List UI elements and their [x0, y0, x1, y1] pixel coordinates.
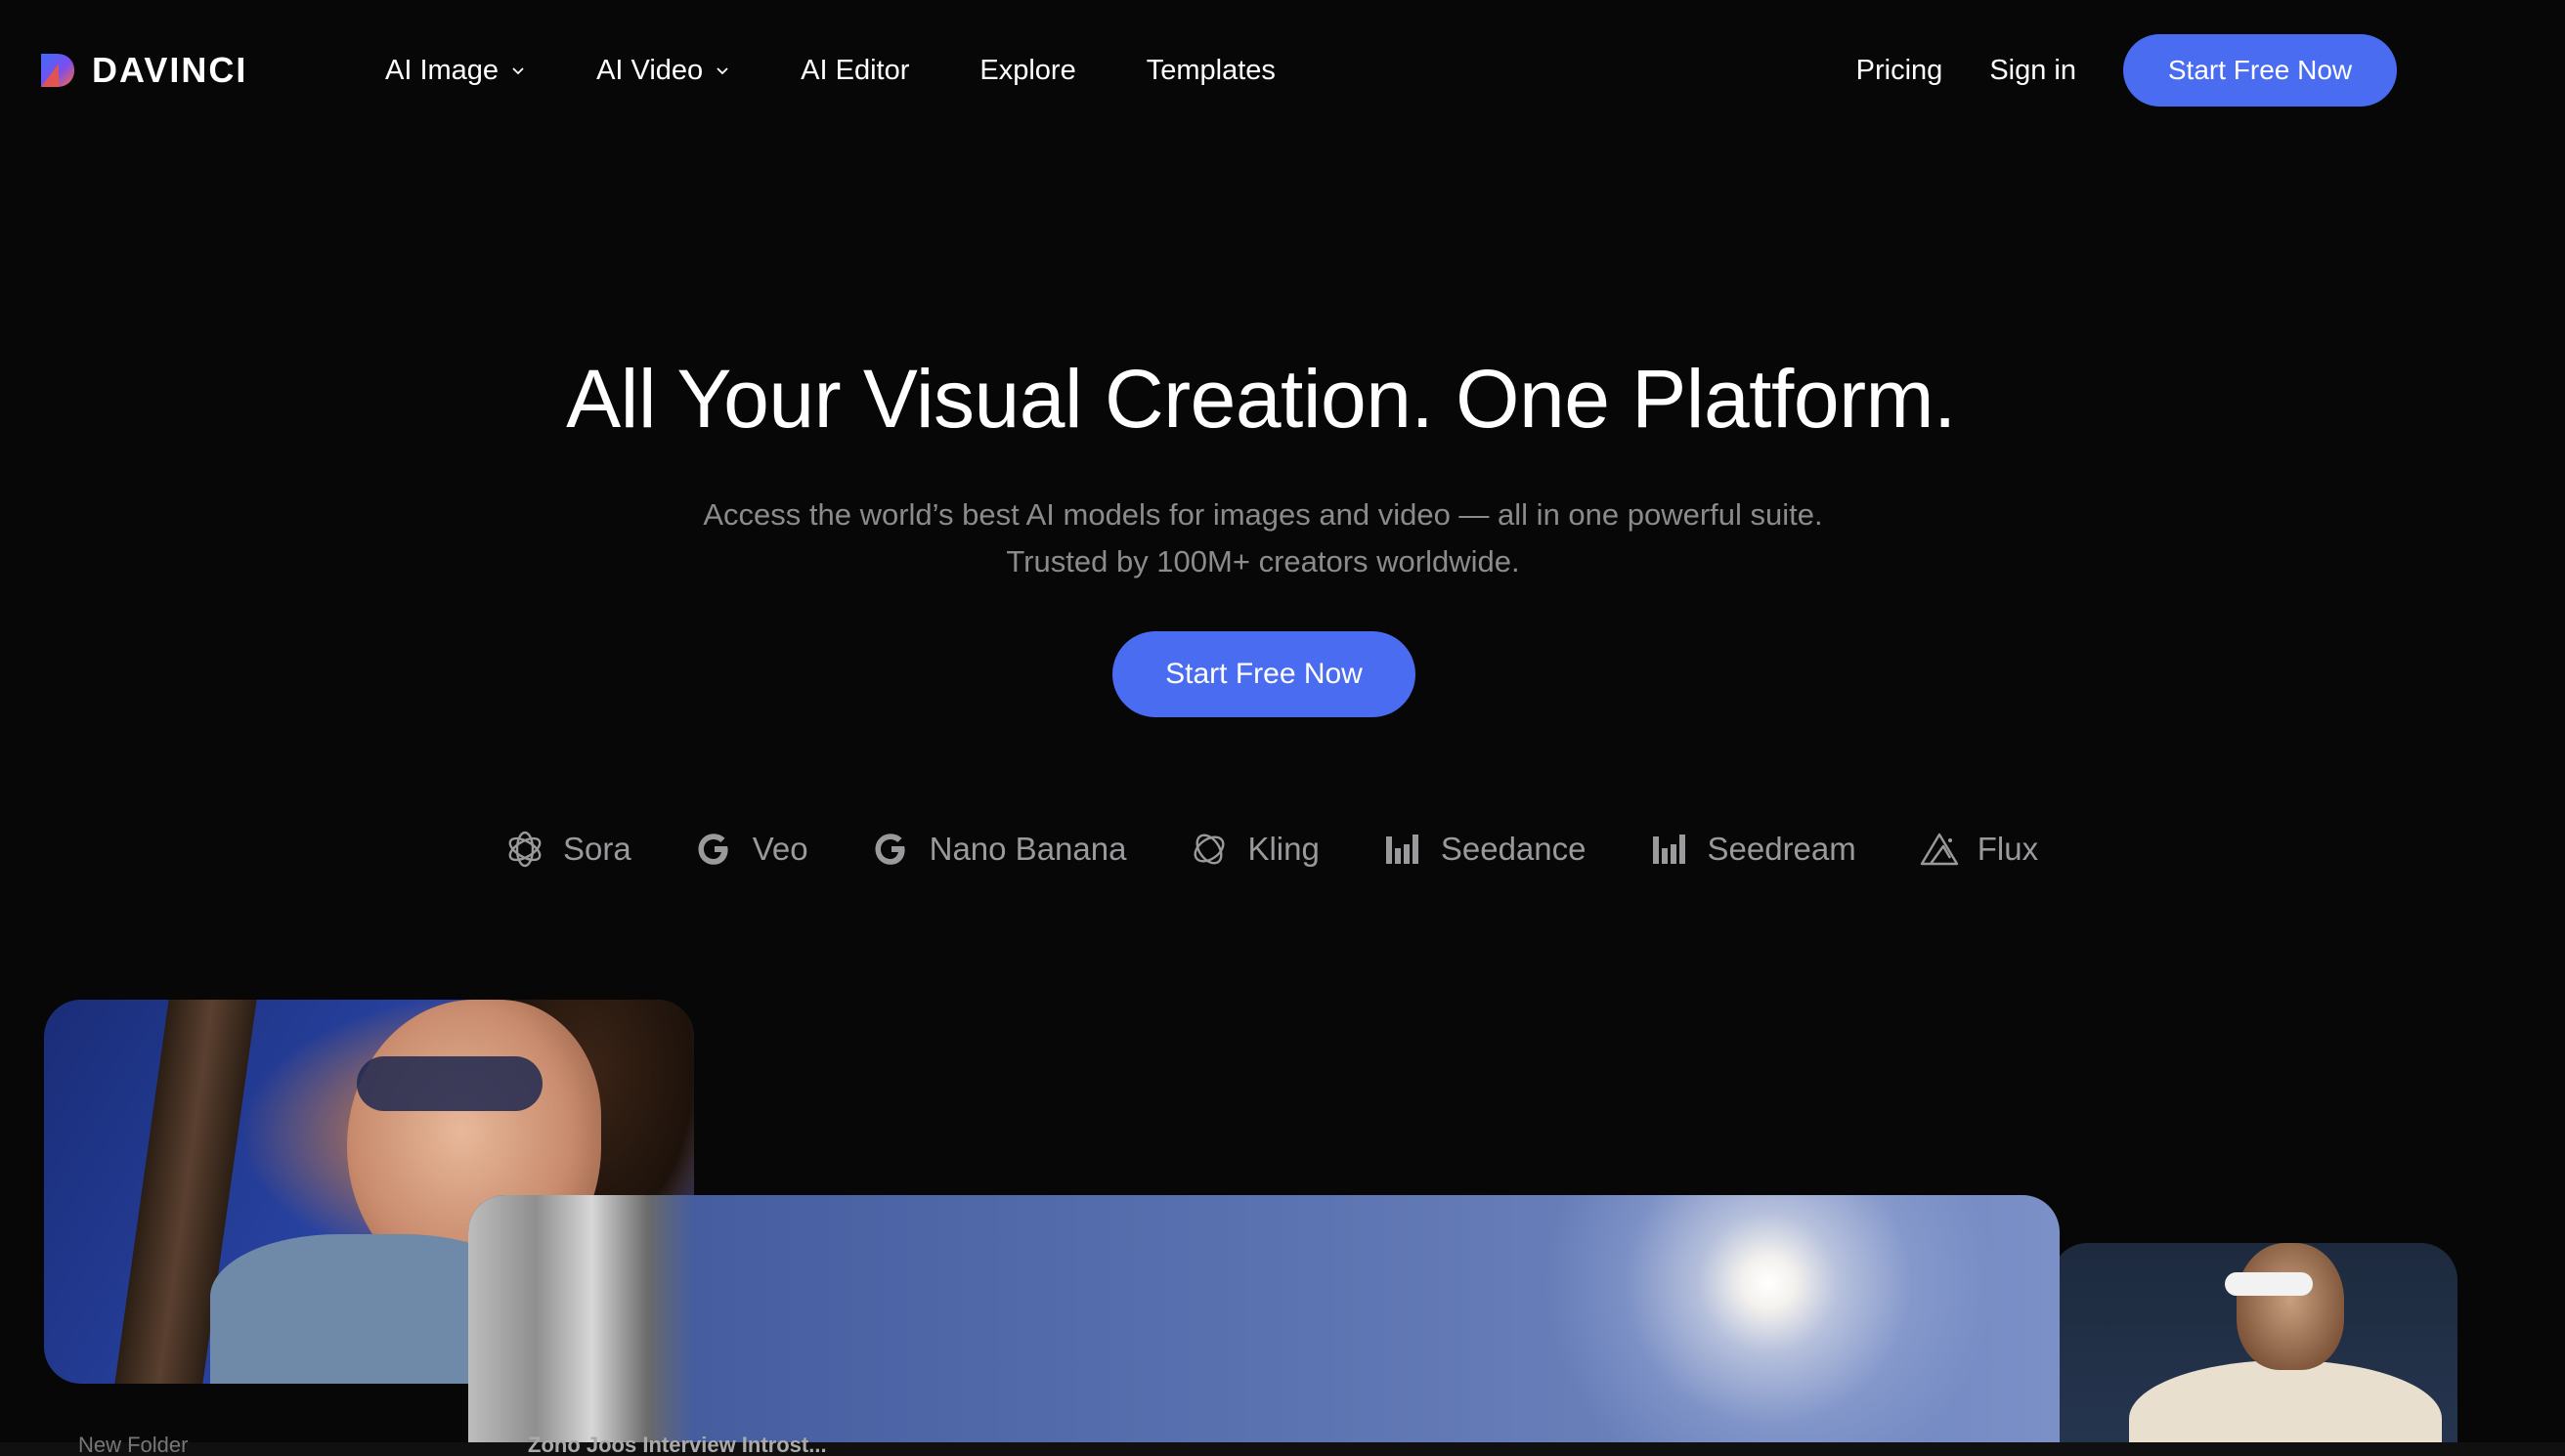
google-icon — [698, 834, 728, 865]
model-label: Seedream — [1707, 831, 1856, 867]
model-label: Veo — [752, 831, 808, 867]
openai-icon — [508, 831, 542, 868]
chevron-down-icon — [717, 67, 728, 75]
bytedance-icon — [1385, 835, 1418, 864]
nav-item-label: Templates — [1146, 54, 1276, 86]
model-sora: Sora — [504, 829, 631, 870]
folder-label: New Folder — [78, 1433, 189, 1456]
start-free-button[interactable]: Start Free Now — [2123, 34, 2397, 107]
nav-item-ai-video[interactable]: AI Video — [596, 55, 730, 87]
model-kling: Kling — [1189, 829, 1320, 870]
model-label: Flux — [1977, 831, 2039, 867]
hero-subtitle-line-2: Trusted by 100M+ creators worldwide. — [1006, 544, 1520, 578]
nav-item-label: AI Editor — [801, 54, 910, 86]
nav-links: AI Image AI Video AI Editor Explore Temp… — [385, 49, 1346, 92]
nav-item-explore[interactable]: Explore — [979, 55, 1075, 87]
nav-item-label: Explore — [979, 54, 1076, 86]
showcase-image-sky[interactable] — [468, 1195, 2060, 1456]
chevron-down-icon — [512, 67, 524, 75]
model-seedream: Seedream — [1649, 829, 1856, 870]
pricing-link[interactable]: Pricing — [1856, 55, 1943, 87]
page: DAVINCI AI Image AI Video AI Editor Expl… — [0, 0, 2565, 1456]
model-nano-banana: Nano Banana — [871, 829, 1127, 870]
model-label: Nano Banana — [929, 831, 1127, 867]
hero-subtitle-line-1: Access the world’s best AI models for im… — [703, 497, 1823, 532]
davinci-logo-icon — [41, 54, 74, 87]
nav-item-ai-image[interactable]: AI Image — [385, 55, 526, 87]
flux-icon — [1920, 833, 1958, 866]
bottom-strip — [0, 1442, 2565, 1456]
sign-in-link[interactable]: Sign in — [1989, 55, 2076, 87]
hero-title: All Your Visual Creation. One Platform. — [566, 353, 1956, 445]
nav-item-label: AI Video — [596, 54, 704, 86]
nav-item-ai-editor[interactable]: AI Editor — [801, 55, 909, 87]
model-label: Seedance — [1440, 831, 1587, 867]
nav-actions: Pricing Sign in Start Free Now — [1856, 34, 2397, 107]
model-flux: Flux — [1919, 829, 2038, 870]
kling-icon — [1194, 834, 1225, 865]
hero-subtitle: Access the world’s best AI models for im… — [0, 492, 2526, 585]
model-label: Kling — [1247, 831, 1320, 867]
project-title: Zono Joos Interview Introst... — [528, 1433, 827, 1456]
google-icon — [875, 834, 905, 865]
model-veo: Veo — [694, 829, 808, 870]
top-nav: DAVINCI AI Image AI Video AI Editor Expl… — [0, 0, 2565, 141]
model-list: Sora Veo Nano Banana Kling Seedance Seed… — [504, 824, 2038, 875]
nav-item-label: AI Image — [385, 54, 500, 86]
nav-item-templates[interactable]: Templates — [1147, 55, 1276, 87]
model-label: Sora — [563, 831, 631, 867]
brand-name: DAVINCI — [92, 50, 248, 90]
brand-logo[interactable]: DAVINCI — [39, 50, 248, 90]
showcase-image-model[interactable] — [2051, 1243, 2457, 1456]
bytedance-icon — [1652, 835, 1685, 864]
hero-start-free-button[interactable]: Start Free Now — [1112, 631, 1415, 717]
model-seedance: Seedance — [1382, 829, 1587, 870]
